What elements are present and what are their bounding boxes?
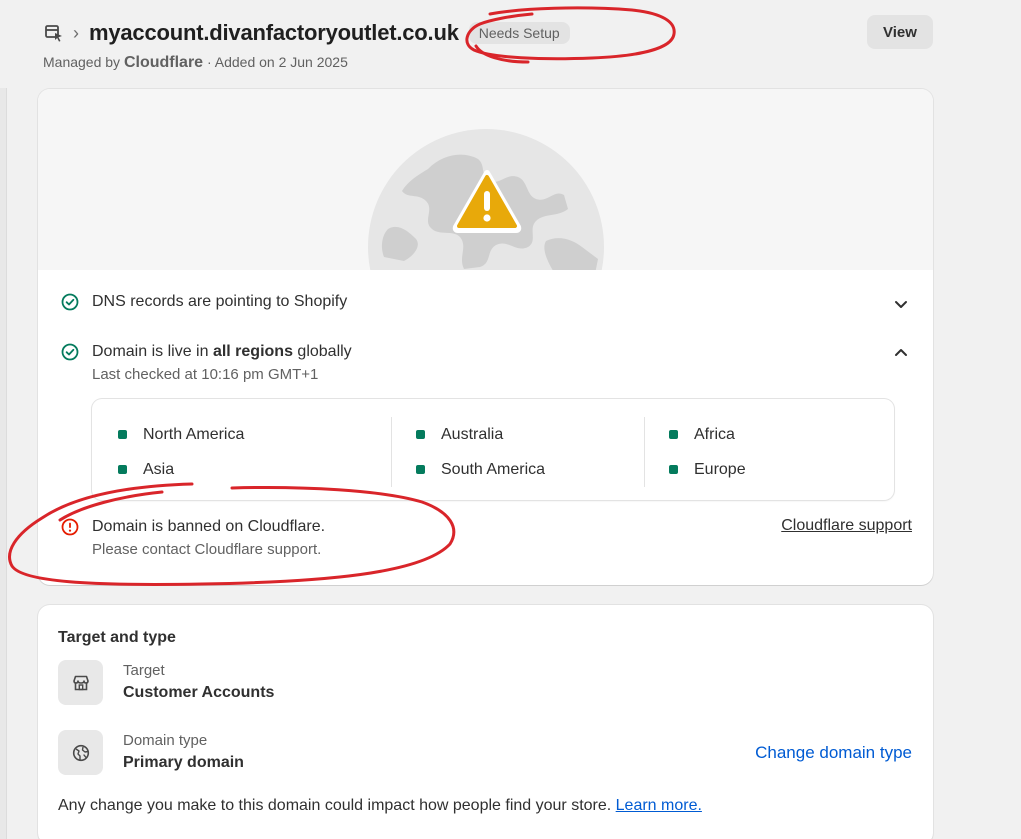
page-title: myaccount.divanfactoryoutlet.co.uk <box>89 20 459 45</box>
regions-column: Africa Europe <box>644 417 898 487</box>
live-status-text: Domain is live in all regions globally <box>92 341 352 363</box>
domain-change-note: Any change you make to this domain could… <box>58 797 702 815</box>
warning-triangle-icon <box>452 170 522 233</box>
banned-status-text: Domain is banned on Cloudflare. <box>92 518 326 535</box>
status-badge: Needs Setup <box>468 22 570 44</box>
region-label: North America <box>143 425 245 443</box>
region-label: South America <box>441 460 546 478</box>
store-icon <box>58 660 103 705</box>
added-on: · Added on 2 Jun 2025 <box>206 54 348 70</box>
cloudflare-support-link[interactable]: Cloudflare support <box>781 517 912 535</box>
region-item: Africa <box>645 417 898 452</box>
domain-type-row: Domain type Primary domain <box>58 730 244 775</box>
banned-status-row: Domain is banned on Cloudflare. Please c… <box>60 516 325 562</box>
chevron-down-icon[interactable] <box>893 296 909 312</box>
target-type-card: Target and type Target Customer Accounts… <box>38 605 933 839</box>
regions-column: Australia South America <box>391 417 645 487</box>
learn-more-link[interactable]: Learn more. <box>616 797 702 814</box>
target-value: Customer Accounts <box>123 683 275 701</box>
status-dot-icon <box>669 430 678 439</box>
region-item: Europe <box>645 452 898 487</box>
side-panel-edge <box>0 0 7 839</box>
status-dot-icon <box>118 430 127 439</box>
status-dot-icon <box>118 465 127 474</box>
section-title: Target and type <box>58 629 176 646</box>
banned-status-sub: Please contact Cloudflare support. <box>92 541 322 558</box>
target-label: Target <box>123 661 165 679</box>
alert-circle-icon <box>61 518 79 536</box>
live-text-bold: all regions <box>212 343 293 360</box>
change-domain-type-link[interactable]: Change domain type <box>755 743 912 763</box>
status-dot-icon <box>416 430 425 439</box>
domain-type-value: Primary domain <box>123 753 244 771</box>
check-circle-icon <box>61 293 79 311</box>
live-text-before: Domain is live in <box>92 343 209 360</box>
title-row: › myaccount.divanfactoryoutlet.co.uk Nee… <box>43 14 933 52</box>
managed-by-prefix: Managed by <box>43 54 121 70</box>
breadcrumb-separator: › <box>73 22 79 43</box>
region-label: Australia <box>441 425 504 443</box>
region-label: Europe <box>694 460 746 478</box>
last-checked-text: Last checked at 10:16 pm GMT+1 <box>92 366 319 383</box>
region-item: Australia <box>392 417 645 452</box>
region-label: Africa <box>694 425 735 443</box>
domain-type-label: Domain type <box>123 731 208 749</box>
live-text-after: globally <box>297 343 352 360</box>
target-row: Target Customer Accounts <box>58 660 274 705</box>
region-item: Asia <box>118 452 372 487</box>
region-item: South America <box>392 452 645 487</box>
check-circle-icon <box>61 343 79 361</box>
domain-status-card: DNS records are pointing to Shopify Doma… <box>38 89 933 585</box>
note-text: Any change you make to this domain could… <box>58 797 612 814</box>
live-status-row[interactable]: Domain is live in all regions globally L… <box>60 341 352 387</box>
regions-column: North America Asia <box>118 417 372 487</box>
globe-icon <box>58 730 103 775</box>
dns-status-text: DNS records are pointing to Shopify <box>92 293 348 310</box>
hero-illustration <box>38 89 933 270</box>
regions-panel: North America Asia Australia South Ameri… <box>92 399 894 500</box>
chevron-up-icon[interactable] <box>893 345 909 361</box>
region-label: Asia <box>143 460 175 478</box>
region-item: North America <box>118 417 372 452</box>
provider-name: Cloudflare <box>123 54 204 71</box>
page-header: › myaccount.divanfactoryoutlet.co.uk Nee… <box>43 14 933 74</box>
status-dot-icon <box>416 465 425 474</box>
dns-status-row[interactable]: DNS records are pointing to Shopify <box>60 291 347 313</box>
view-button[interactable]: View <box>867 15 933 49</box>
page-subtitle: Managed by Cloudflare · Added on 2 Jun 2… <box>43 54 933 72</box>
status-dot-icon <box>669 465 678 474</box>
domain-icon[interactable] <box>43 22 65 44</box>
